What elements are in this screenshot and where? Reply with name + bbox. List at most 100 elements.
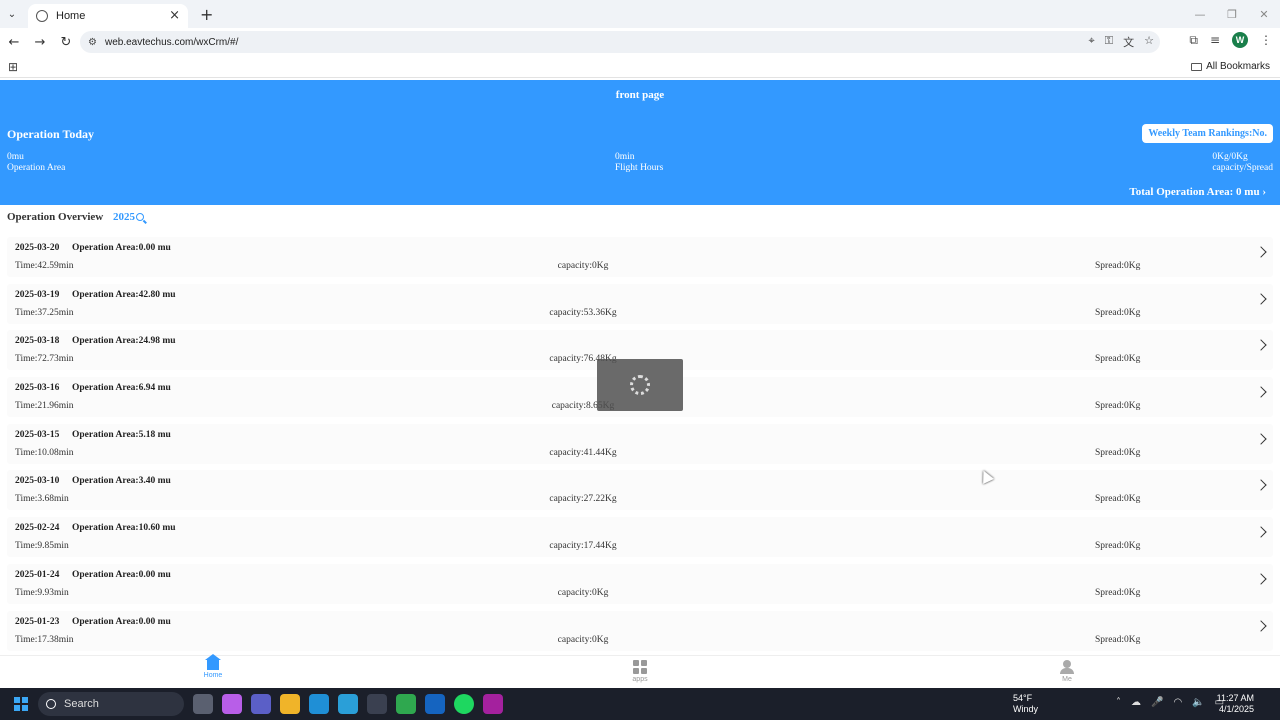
record-date: 2025-03-20 — [15, 243, 60, 253]
record-capacity: capacity:0Kg — [557, 261, 609, 271]
forward-icon[interactable]: → — [28, 35, 52, 50]
record-time: Time:17.38min — [15, 634, 74, 645]
back-icon[interactable]: ← — [2, 35, 26, 50]
apps-icon — [633, 660, 647, 674]
list-item[interactable]: 2025-03-15 Operation Area:5.18 mu Time:1… — [7, 423, 1273, 464]
taskbar-search[interactable]: Search — [38, 692, 184, 716]
record-time: Time:9.93min — [15, 587, 69, 598]
page-title: front page — [615, 89, 665, 101]
list-item[interactable]: 2025-03-20 Operation Area:0.00 mu Time:4… — [7, 237, 1273, 277]
tab-search-icon[interactable]: ⌄ — [0, 0, 24, 28]
profile-avatar[interactable]: W — [1232, 32, 1248, 48]
copilot-icon[interactable] — [222, 694, 242, 714]
stat-label: Flight Hours — [615, 163, 664, 173]
url-input[interactable]: ⚙ web.eavtechus.com/wxCrm/#/ ⌖ ⚿ 文 ☆ — [80, 31, 1160, 53]
translate-icon[interactable]: 文 — [1123, 34, 1134, 50]
weather-temp: 54°F — [1013, 693, 1033, 703]
file-explorer-icon[interactable] — [280, 694, 300, 714]
media-icon[interactable]: ≡ — [1210, 33, 1220, 47]
chevron-right-icon — [1255, 619, 1267, 632]
search-icon — [136, 213, 144, 221]
nav-me[interactable]: Me — [1054, 660, 1080, 683]
list-item[interactable]: 2025-03-10 Operation Area:3.40 mu Time:3… — [7, 470, 1273, 511]
all-bookmarks-button[interactable]: All Bookmarks — [1191, 61, 1270, 72]
weekly-rankings-button[interactable]: Weekly Team Rankings:No. — [1142, 124, 1273, 143]
stat-value: 0Kg/0Kg — [1212, 152, 1248, 162]
search-icon — [46, 699, 56, 709]
microphone-icon[interactable]: 🎤 — [1151, 697, 1163, 708]
stat-value: 0mu — [7, 152, 24, 162]
window-controls: — ❐ ✕ — [1184, 0, 1280, 28]
clock-time: 11:27 AM — [1216, 693, 1254, 703]
wifi-icon[interactable]: ◠ — [1173, 697, 1182, 708]
browser-menu-icon[interactable]: ⋮ — [1260, 33, 1272, 47]
chevron-up-icon[interactable]: ˄ — [1116, 697, 1121, 708]
record-date: 2025-03-18 — [15, 336, 60, 347]
reload-icon[interactable]: ↻ — [54, 35, 78, 50]
list-item[interactable]: 2025-01-24 Operation Area:0.00 mu Time:9… — [7, 563, 1273, 604]
stat-value: 0min — [615, 152, 635, 162]
clock-date: 4/1/2025 — [1218, 704, 1254, 714]
globe-icon — [36, 10, 48, 22]
list-item[interactable]: 2025-01-23 Operation Area:0.00 mu Time:1… — [7, 610, 1273, 651]
operation-record-list: 2025-03-20 Operation Area:0.00 mu Time:4… — [7, 237, 1273, 657]
list-item[interactable]: 2025-03-19 Operation Area:42.80 mu Time:… — [7, 283, 1273, 324]
nav-label: Me — [1062, 676, 1072, 683]
nav-apps[interactable]: apps — [627, 660, 653, 683]
store-icon[interactable] — [367, 694, 387, 714]
window-close-icon[interactable]: ✕ — [1248, 8, 1280, 21]
apps-grid-icon[interactable]: ⊞ — [8, 60, 18, 74]
new-tab-button[interactable]: + — [200, 5, 213, 24]
record-area: Operation Area:6.94 mu — [72, 383, 171, 394]
bookmark-star-icon[interactable]: ☆ — [1144, 34, 1154, 50]
record-time: Time:37.25min — [15, 307, 74, 318]
browser-tab[interactable]: Home × — [28, 4, 188, 28]
chrome-dev-icon[interactable] — [338, 694, 358, 714]
chevron-right-icon — [1255, 433, 1267, 445]
location-icon[interactable]: ⌖ — [1089, 34, 1095, 50]
record-capacity: capacity:0Kg — [557, 587, 609, 598]
speaker-icon[interactable]: 🔈 — [1192, 697, 1204, 708]
close-tab-icon[interactable]: × — [169, 8, 180, 23]
edge-icon[interactable] — [309, 694, 329, 714]
record-spread: Spread:0Kg — [1095, 307, 1141, 318]
minimize-icon[interactable]: — — [1184, 8, 1216, 21]
teams-icon[interactable] — [251, 694, 271, 714]
taskbar-clock[interactable]: 11:27 AM 4/1/2025 — [1217, 693, 1254, 715]
record-area: Operation Area:24.98 mu — [72, 336, 176, 347]
record-area: Operation Area:0.00 mu — [72, 616, 171, 627]
extensions-icon[interactable]: ⧉ — [1189, 33, 1198, 48]
year-filter[interactable]: 2025 — [113, 211, 144, 223]
app-icon[interactable] — [425, 694, 445, 714]
weather-widget[interactable]: 54°F Windy — [1013, 693, 1038, 715]
restore-icon[interactable]: ❐ — [1216, 8, 1248, 21]
bookmarks-bar: ⊞ All Bookmarks — [0, 56, 1280, 78]
site-info-icon[interactable]: ⚙ — [88, 37, 97, 48]
record-time: Time:9.85min — [15, 541, 69, 552]
record-spread: Spread:0Kg — [1095, 447, 1141, 458]
spotify-icon[interactable] — [454, 694, 474, 714]
list-item[interactable]: 2025-02-24 Operation Area:10.60 mu Time:… — [7, 517, 1273, 558]
onedrive-icon[interactable]: ☁ — [1131, 697, 1141, 708]
password-key-icon[interactable]: ⚿ — [1105, 34, 1113, 50]
task-view-icon[interactable] — [193, 694, 213, 714]
chevron-right-icon — [1255, 526, 1267, 538]
windows-start-icon[interactable] — [14, 697, 28, 711]
stat-operation-area: 0mu Operation Area — [7, 152, 65, 174]
nav-home[interactable]: Home — [200, 654, 226, 679]
record-area: Operation Area:42.80 mu — [72, 289, 176, 300]
chrome-icon[interactable] — [396, 694, 416, 714]
total-area-label: Total Operation Area: 0 mu — [1129, 186, 1260, 198]
total-operation-area-link[interactable]: Total Operation Area: 0 mu › — [1129, 186, 1266, 198]
onenote-icon[interactable] — [483, 694, 503, 714]
record-capacity: capacity:17.44Kg — [549, 541, 617, 552]
bottom-navigation: Home apps Me — [0, 654, 1280, 688]
overview-heading: Operation Overview — [7, 211, 104, 223]
record-time: Time:72.73min — [15, 354, 74, 365]
folder-icon — [1191, 62, 1203, 71]
record-capacity: capacity:53.36Kg — [549, 307, 617, 318]
record-capacity: capacity:0Kg — [557, 634, 609, 645]
chevron-right-icon — [1255, 293, 1267, 305]
nav-label: Home — [203, 672, 223, 679]
taskbar-apps — [193, 694, 503, 714]
